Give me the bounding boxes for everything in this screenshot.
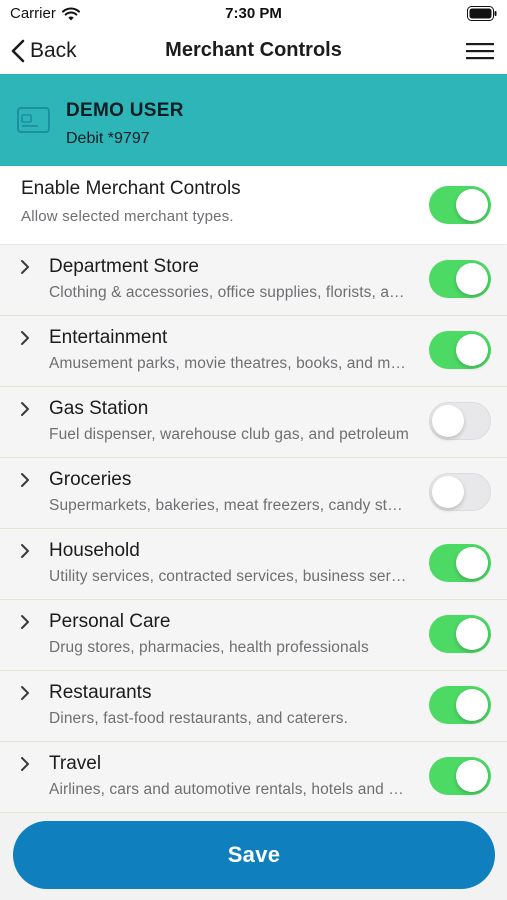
toggle-knob (432, 405, 464, 437)
category-toggle[interactable] (429, 757, 491, 795)
category-description: Drug stores, pharmacies, health professi… (49, 639, 369, 656)
status-time: 7:30 PM (225, 5, 282, 22)
category-toggle[interactable] (429, 473, 491, 511)
category-title: Restaurants (49, 682, 152, 703)
card-icon (17, 107, 50, 133)
category-toggle[interactable] (429, 260, 491, 298)
chevron-right-icon (21, 615, 29, 629)
save-button[interactable]: Save (13, 821, 495, 889)
chevron-right-icon (21, 473, 29, 487)
toggle-knob (432, 476, 464, 508)
category-title: Gas Station (49, 398, 149, 419)
category-description: Airlines, cars and automotive rentals, h… (49, 781, 409, 798)
chevron-left-icon (11, 39, 25, 63)
category-description: Fuel dispenser, warehouse club gas, and … (49, 426, 409, 443)
navigation-bar: Back Merchant Controls (0, 28, 507, 74)
card-number: Debit *9797 (66, 130, 150, 147)
category-title: Household (49, 540, 140, 561)
category-toggle[interactable] (429, 615, 491, 653)
back-label: Back (30, 39, 77, 62)
toggle-knob (456, 263, 488, 295)
toggle-knob (456, 618, 488, 650)
category-title: Travel (49, 753, 102, 774)
account-header: DEMO USER Debit *9797 (0, 74, 507, 166)
category-toggle[interactable] (429, 544, 491, 582)
enable-subtitle: Allow selected merchant types. (21, 208, 234, 225)
category-row-entertainment[interactable]: Entertainment Amusement parks, movie the… (0, 316, 507, 387)
back-button[interactable]: Back (10, 36, 77, 66)
category-description: Amusement parks, movie theatres, books, … (49, 355, 409, 372)
enable-title: Enable Merchant Controls (21, 178, 241, 199)
enable-merchant-controls-toggle[interactable] (429, 186, 491, 224)
toggle-knob (456, 689, 488, 721)
category-description: Clothing & accessories, office supplies,… (49, 284, 409, 301)
chevron-right-icon (21, 757, 29, 771)
category-toggle[interactable] (429, 331, 491, 369)
category-toggle[interactable] (429, 402, 491, 440)
status-bar: Carrier 7:30 PM (0, 0, 507, 28)
toggle-knob (456, 189, 488, 221)
category-row-restaurants[interactable]: Restaurants Diners, fast-food restaurant… (0, 671, 507, 742)
chevron-right-icon (21, 331, 29, 345)
category-title: Groceries (49, 469, 132, 490)
account-name: DEMO USER (66, 100, 184, 121)
battery-icon (467, 6, 497, 21)
category-row-household[interactable]: Household Utility services, contracted s… (0, 529, 507, 600)
chevron-right-icon (21, 260, 29, 274)
category-description: Supermarkets, bakeries, meat freezers, c… (49, 497, 409, 514)
category-row-department-store[interactable]: Department Store Clothing & accessories,… (0, 245, 507, 316)
hamburger-menu-icon[interactable] (465, 40, 495, 62)
chevron-right-icon (21, 544, 29, 558)
category-row-personal-care[interactable]: Personal Care Drug stores, pharmacies, h… (0, 600, 507, 671)
toggle-knob (456, 334, 488, 366)
category-toggle[interactable] (429, 686, 491, 724)
category-row-travel[interactable]: Travel Airlines, cars and automotive ren… (0, 742, 507, 813)
category-title: Department Store (49, 256, 199, 277)
merchant-category-list: Department Store Clothing & accessories,… (0, 245, 507, 813)
category-row-gas-station[interactable]: Gas Station Fuel dispenser, warehouse cl… (0, 387, 507, 458)
toggle-knob (456, 547, 488, 579)
enable-merchant-controls-row: Enable Merchant Controls Allow selected … (0, 166, 507, 244)
toggle-knob (456, 760, 488, 792)
chevron-right-icon (21, 686, 29, 700)
category-title: Personal Care (49, 611, 171, 632)
category-description: Utility services, contracted services, b… (49, 568, 409, 585)
category-description: Diners, fast-food restaurants, and cater… (49, 710, 349, 727)
category-row-groceries[interactable]: Groceries Supermarkets, bakeries, meat f… (0, 458, 507, 529)
category-title: Entertainment (49, 327, 168, 348)
chevron-right-icon (21, 402, 29, 416)
